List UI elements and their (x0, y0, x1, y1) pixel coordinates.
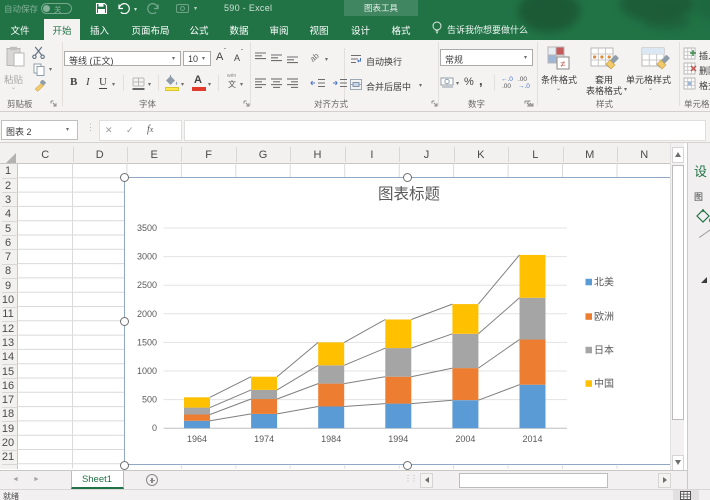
svg-text:1000: 1000 (137, 366, 157, 376)
svg-text:500: 500 (142, 395, 157, 405)
svg-text:1994: 1994 (388, 434, 408, 444)
svg-text:日本: 日本 (594, 344, 614, 357)
svg-text:1500: 1500 (137, 337, 157, 347)
svg-text:中国: 中国 (594, 377, 614, 390)
svg-text:2500: 2500 (137, 280, 157, 290)
svg-text:图表标题: 图表标题 (378, 185, 440, 203)
svg-text:1974: 1974 (254, 434, 274, 444)
svg-text:0: 0 (152, 423, 157, 433)
svg-text:北美: 北美 (594, 276, 614, 289)
svg-text:2014: 2014 (522, 434, 542, 444)
svg-text:欧洲: 欧洲 (594, 311, 614, 323)
svg-text:2004: 2004 (455, 434, 475, 444)
svg-text:3500: 3500 (137, 223, 157, 233)
svg-text:2000: 2000 (137, 309, 157, 319)
svg-text:1964: 1964 (187, 434, 207, 444)
svg-text:3000: 3000 (137, 252, 157, 262)
svg-text:1984: 1984 (321, 434, 341, 444)
